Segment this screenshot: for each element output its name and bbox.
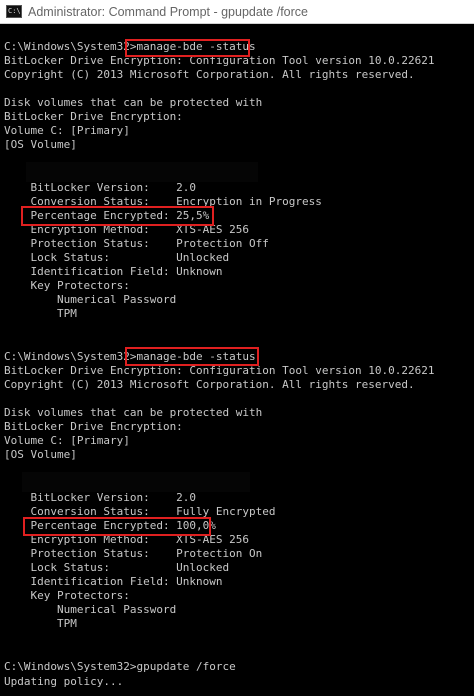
console-line: BitLocker Drive Encryption: — [4, 420, 183, 433]
redacted-area — [22, 472, 250, 492]
cmd-icon: C:\. — [6, 5, 22, 18]
console-line: Volume C: [Primary] — [4, 434, 130, 447]
console-line: [OS Volume] — [4, 448, 77, 461]
console-line: C:\Windows\System32>manage-bde -status — [4, 350, 256, 363]
title-bar[interactable]: C:\. Administrator: Command Prompt - gpu… — [0, 0, 474, 24]
console-line: Copyright (C) 2013 Microsoft Corporation… — [4, 68, 415, 81]
console-line: Numerical Password — [4, 293, 177, 306]
console-line: Disk volumes that can be protected with — [4, 96, 263, 109]
console-line: Identification Field: Unknown — [4, 575, 223, 588]
console-line: BitLocker Version: 2.0 — [4, 181, 197, 194]
console-line: Conversion Status: Encryption in Progres… — [4, 195, 322, 208]
console-line: TPM — [4, 617, 77, 630]
console-line: Updating policy... — [4, 675, 124, 688]
console-line: Key Protectors: — [4, 589, 130, 602]
console-line: BitLocker Drive Encryption: Configuratio… — [4, 54, 435, 67]
window-title: Administrator: Command Prompt - gpupdate… — [28, 4, 308, 19]
console-line: Protection Status: Protection Off — [4, 237, 269, 250]
console-line: Encryption Method: XTS-AES 256 — [4, 533, 250, 546]
console-line: C:\Windows\System32>gpupdate /force — [4, 660, 236, 673]
console-line: BitLocker Version: 2.0 — [4, 491, 197, 504]
console-line: Copyright (C) 2013 Microsoft Corporation… — [4, 378, 415, 391]
console-line: Key Protectors: — [4, 279, 130, 292]
console-line: Identification Field: Unknown — [4, 265, 223, 278]
console-line: Lock Status: Unlocked — [4, 251, 230, 264]
console-line: Conversion Status: Fully Encrypted — [4, 505, 276, 518]
console-line: TPM — [4, 307, 77, 320]
console-line: Encryption Method: XTS-AES 256 — [4, 223, 250, 236]
console-line: BitLocker Drive Encryption: Configuratio… — [4, 364, 435, 377]
console-line: Percentage Encrypted: 25,5% — [4, 209, 210, 222]
console-line: Numerical Password — [4, 603, 177, 616]
console-line: Volume C: [Primary] — [4, 124, 130, 137]
console-line: Disk volumes that can be protected with — [4, 406, 263, 419]
console-line: Protection Status: Protection On — [4, 547, 263, 560]
console-line: Lock Status: Unlocked — [4, 561, 230, 574]
redacted-area — [26, 162, 258, 182]
console-line: [OS Volume] — [4, 138, 77, 151]
console-line: C:\Windows\System32>manage-bde -status — [4, 40, 256, 53]
console-line: BitLocker Drive Encryption: — [4, 110, 183, 123]
console-output[interactable]: C:\Windows\System32>manage-bde -status B… — [0, 24, 474, 696]
console-line: Percentage Encrypted: 100,0% — [4, 519, 216, 532]
